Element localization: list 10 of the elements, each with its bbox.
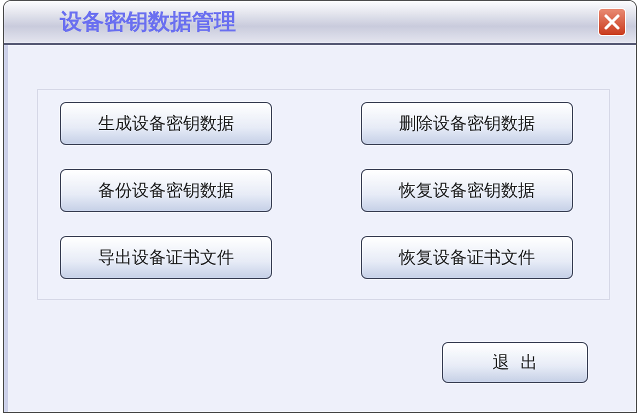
action-button[interactable]: 删除设备密钥数据 bbox=[361, 102, 573, 145]
action-button[interactable]: 备份设备密钥数据 bbox=[60, 169, 272, 212]
close-button[interactable] bbox=[598, 8, 626, 36]
window-title: 设备密钥数据管理 bbox=[60, 8, 236, 37]
exit-button[interactable]: 退 出 bbox=[442, 342, 588, 383]
action-button[interactable]: 生成设备密钥数据 bbox=[60, 102, 272, 145]
action-button[interactable]: 恢复设备证书文件 bbox=[361, 236, 573, 279]
action-button[interactable]: 导出设备证书文件 bbox=[60, 236, 272, 279]
action-button[interactable]: 恢复设备密钥数据 bbox=[361, 169, 573, 212]
close-icon bbox=[603, 13, 621, 31]
